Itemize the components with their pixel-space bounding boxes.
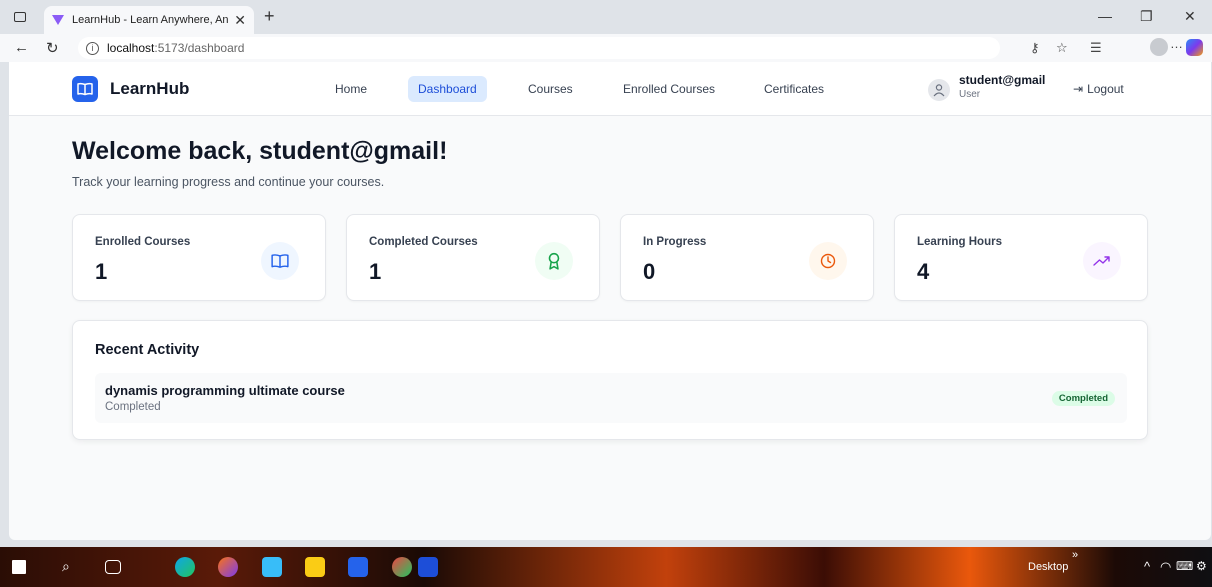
windows-taskbar: ⌕ Desktop » ^ ◠ ⌨ ⚙	[0, 547, 1212, 587]
logout-icon: ⇥	[1073, 82, 1084, 96]
file-explorer-icon[interactable]	[305, 557, 325, 577]
copilot-icon[interactable]	[1186, 39, 1203, 56]
tab-title: LearnHub - Learn Anywhere, Anyt	[72, 14, 229, 26]
user-role: User	[959, 89, 981, 100]
toolbar-expand-icon[interactable]: »	[1072, 549, 1078, 561]
restore-icon[interactable]: ❐	[1140, 8, 1153, 25]
firefox-icon[interactable]	[218, 557, 238, 577]
nav-home[interactable]: Home	[325, 76, 377, 102]
stat-value: 1	[95, 259, 108, 284]
close-tab-icon[interactable]: ✕	[234, 12, 246, 29]
stat-card-enrolled: Enrolled Courses 1	[72, 214, 326, 301]
user-name: student@gmail	[959, 73, 1046, 87]
close-window-icon[interactable]: ✕	[1184, 8, 1196, 25]
browser-tab-bar: LearnHub - Learn Anywhere, Anyt ✕ + — ❐ …	[0, 0, 1212, 34]
start-windows-icon[interactable]	[12, 560, 26, 574]
browser-tab[interactable]: LearnHub - Learn Anywhere, Anyt ✕	[44, 6, 254, 34]
vite-favicon-icon	[52, 15, 64, 25]
activity-course-name: dynamis programming ultimate course	[105, 383, 345, 398]
photos-app-icon[interactable]	[262, 557, 282, 577]
favorites-list-icon[interactable]: ☰	[1090, 40, 1102, 56]
refresh-icon[interactable]: ↻	[46, 39, 59, 57]
nav-certificates[interactable]: Certificates	[754, 76, 834, 102]
nav-enrolled-courses[interactable]: Enrolled Courses	[613, 76, 725, 102]
brand-name[interactable]: LearnHub	[110, 79, 189, 99]
book-icon	[261, 242, 299, 280]
stat-label: Completed Courses	[369, 236, 478, 248]
settings-gear-icon[interactable]: ⚙	[1196, 559, 1207, 573]
list-item[interactable]: dynamis programming ultimate course Comp…	[95, 373, 1127, 423]
activity-status: Completed	[105, 401, 161, 413]
url-path: :5173/dashboard	[154, 41, 245, 55]
stat-value: 0	[643, 259, 656, 284]
stat-label: Enrolled Courses	[95, 236, 191, 248]
stat-card-learning-hours: Learning Hours 4	[894, 214, 1148, 301]
network-icon[interactable]: ◠	[1160, 559, 1171, 575]
award-icon	[535, 242, 573, 280]
stat-value: 1	[369, 259, 382, 284]
search-icon[interactable]: ⌕	[62, 558, 70, 575]
task-view-icon[interactable]	[105, 560, 121, 574]
minimize-icon[interactable]: —	[1098, 8, 1112, 24]
more-icon[interactable]: …	[1170, 36, 1183, 51]
url-host: localhost	[107, 41, 155, 55]
stat-value: 4	[917, 259, 930, 284]
page-subtitle: Track your learning progress and continu…	[72, 175, 385, 189]
desktop-toolbar-label[interactable]: Desktop	[1028, 561, 1068, 573]
show-hidden-icons[interactable]: ^	[1144, 559, 1150, 574]
page-title: Welcome back, student@gmail!	[72, 137, 448, 165]
stat-label: In Progress	[643, 236, 707, 248]
stat-card-completed: Completed Courses 1	[346, 214, 600, 301]
favorite-star-icon[interactable]: ☆	[1056, 40, 1068, 56]
recent-activity-title: Recent Activity	[95, 342, 200, 358]
nav-dashboard[interactable]: Dashboard	[408, 76, 487, 102]
window-bottom-edge	[0, 540, 1212, 547]
status-badge: Completed	[1051, 391, 1115, 406]
keyboard-icon[interactable]: ⌨	[1176, 559, 1193, 573]
user-avatar-icon[interactable]	[928, 79, 950, 101]
tab-actions-icon[interactable]	[14, 12, 26, 22]
vscode-icon[interactable]	[418, 557, 438, 577]
edge-icon[interactable]	[175, 557, 195, 577]
top-navigation: LearnHub Home Dashboard Courses Enrolled…	[9, 62, 1211, 116]
chrome-icon[interactable]	[392, 557, 412, 577]
trending-up-icon	[1083, 242, 1121, 280]
recent-activity-panel: Recent Activity dynamis programming ulti…	[72, 320, 1148, 440]
key-icon[interactable]: ⚷	[1030, 40, 1040, 56]
url-field[interactable]: i localhost:5173/dashboard	[78, 37, 1000, 59]
page-viewport: LearnHub Home Dashboard Courses Enrolled…	[9, 62, 1211, 540]
stat-label: Learning Hours	[917, 236, 1002, 248]
logout-button[interactable]: ⇥ Logout	[1073, 82, 1124, 96]
address-bar-row: ← ↻ i localhost:5173/dashboard ⚷ ☆ ☰ …	[0, 34, 1212, 62]
clock-icon	[809, 242, 847, 280]
logout-label: Logout	[1087, 82, 1124, 96]
word-icon[interactable]	[348, 557, 368, 577]
logo-book-icon[interactable]	[72, 76, 98, 102]
stat-card-in-progress: In Progress 0	[620, 214, 874, 301]
new-tab-icon[interactable]: +	[264, 6, 275, 27]
browser-profile-icon[interactable]	[1150, 38, 1168, 56]
site-info-icon[interactable]: i	[86, 41, 99, 55]
back-icon[interactable]: ←	[14, 39, 29, 56]
nav-courses[interactable]: Courses	[518, 76, 583, 102]
